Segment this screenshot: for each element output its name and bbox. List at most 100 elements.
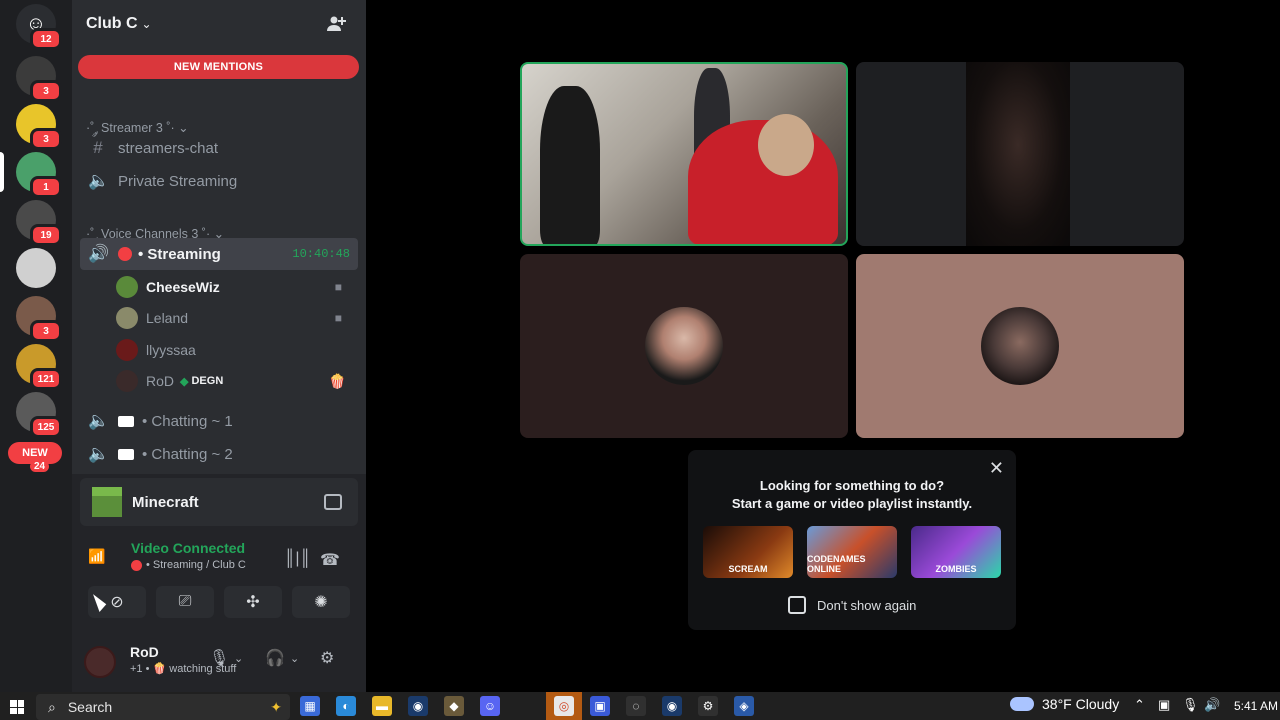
server-header[interactable]: Club C ⌄ [72,0,366,48]
gear-icon[interactable]: ⚙ [320,648,334,668]
dont-show-checkbox[interactable] [788,596,806,614]
screen-share-button[interactable]: ⎚ [156,586,214,618]
app-icon[interactable]: ◆ [444,696,464,716]
video-tile-avatar-1[interactable] [520,254,848,438]
guild-room[interactable]: 3 [16,296,62,342]
clock[interactable]: 5:41 AM [1234,699,1278,713]
microphone-icon[interactable]: 🎙 [1182,697,1199,713]
app-icon[interactable]: ◈ [734,696,754,716]
video-tile-avatar-2[interactable] [856,254,1184,438]
voice-channel-path: • Streaming / Club C [146,559,246,571]
app-icon[interactable]: ▣ [590,696,610,716]
activity-suggestion-popup: ✕ Looking for something to do? Start a g… [688,450,1016,630]
channel-sidebar: Club C ⌄ NEW MENTIONS ·˚ ༘ Streamer 3 ˚·… [72,0,366,692]
copilot-icon[interactable]: ◐ [336,696,356,716]
member-name: RoD [146,373,175,389]
game-label: ZOMBIES [935,564,977,574]
popcorn-icon: 🍿 [328,372,346,389]
chevron-down-icon[interactable]: ⌄ [290,652,299,665]
soundboard-button[interactable]: ✺ [292,586,350,618]
taskbar-search[interactable]: ⌕ Search ✦ [36,694,290,720]
activity-card[interactable]: Minecraft [80,478,358,526]
headphones-icon[interactable]: 🎧 [265,648,285,668]
disconnect-icon[interactable]: ☎ [320,550,340,570]
speaker-icon: 🔈 [88,411,110,430]
channel-chatting-2[interactable]: 🔈 • Chatting ~ 2 [80,438,358,470]
guild-wings[interactable]: 19 [16,200,62,246]
app-icon[interactable]: ◌ [626,696,646,716]
guild-yellow-face[interactable]: 3 [16,104,62,150]
video-tile-camera-2[interactable] [856,62,1184,246]
channel-private-streaming[interactable]: 🔈 Private Streaming [80,165,358,197]
voice-panel: Minecraft 📶 Video Connected • Streaming … [72,474,366,692]
dont-show-again[interactable]: Don't show again [788,596,916,614]
server-icon [16,248,56,288]
home-button[interactable]: ☺ 12 [16,4,62,50]
voice-member[interactable]: Leland ■ [116,304,356,332]
voice-member[interactable]: CheeseWiz ■ [116,273,356,301]
new-label: NEW [22,447,48,459]
voice-status-subtitle[interactable]: • Streaming / Club C [131,559,246,571]
new-mentions-banner[interactable]: NEW MENTIONS [78,55,359,79]
guild-club-c[interactable]: 1 [16,152,62,198]
app-tray-icon[interactable]: ▣ [1158,697,1170,713]
steam-icon[interactable]: ◉ [408,696,428,716]
chevron-down-icon: ⌄ [141,17,152,31]
windows-start-icon[interactable] [10,700,24,714]
store-icon[interactable]: ▦ [300,696,320,716]
steam-icon[interactable]: ◉ [662,696,682,716]
chevron-down-icon[interactable]: ⌄ [234,652,243,665]
voice-member[interactable]: RoD ◆ DEGN 🍿 [116,367,356,395]
chevron-up-icon[interactable]: ⌃ [1134,697,1145,713]
signal-icon: 📶 [88,548,106,564]
member-name: CheeseWiz [146,279,220,295]
weather-widget[interactable]: 38°F Cloudy [1010,696,1119,712]
new-mentions-label: NEW MENTIONS [173,61,264,73]
guild-gold[interactable]: 121 [16,344,62,390]
volume-icon[interactable]: 🔊 [1204,697,1220,713]
server-rail: ☺ 12 3 3 1 19 3 121 125 NEW 24 [0,0,72,692]
voice-status-title[interactable]: Video Connected [131,540,245,556]
chrome-icon[interactable]: ◎ [554,696,574,716]
avatar [116,339,138,361]
channel-streaming[interactable]: 🔊 • Streaming 10:40:48 [80,238,358,270]
game-codenames[interactable]: CODENAMES ONLINE [807,526,897,578]
add-member-icon[interactable] [326,14,346,34]
game-scream[interactable]: SCREAM [703,526,793,578]
noise-suppression-icon[interactable]: ║|║ [284,550,311,568]
mention-badge: 19 [30,224,62,246]
chat-bubble-icon [118,415,134,427]
mention-badge: 121 [30,368,62,390]
microphone-icon[interactable]: 🎙 [209,648,229,668]
voice-action-buttons: ⊘ ⎚ ✣ ✺ [88,586,350,618]
avatar [116,370,138,392]
hashtag-icon: # [93,138,103,157]
video-feed-dark [966,62,1070,246]
activities-button[interactable]: ✣ [224,586,282,618]
file-explorer-icon[interactable]: ▬ [372,696,392,716]
guild-emblem[interactable] [16,248,56,288]
discord-icon[interactable]: ☺ [480,696,500,716]
channel-label: Private Streaming [118,172,238,190]
avatar[interactable] [84,646,116,678]
activity-name: Minecraft [132,493,199,511]
channel-chatting-1[interactable]: 🔈 • Chatting ~ 1 [80,405,358,437]
weather-label: 38°F Cloudy [1042,696,1120,712]
voice-member[interactable]: llyyssaa [116,336,356,364]
screen-share-icon: ⎚ [178,593,192,610]
video-tile-camera-1[interactable] [520,62,848,246]
mention-badge: 1 [30,176,62,198]
channel-streamers-chat[interactable]: # streamers-chat [80,132,358,164]
close-icon[interactable]: ✕ [989,458,1004,479]
stream-activity-icon[interactable] [324,494,342,510]
minecraft-icon [92,487,122,517]
suggestion-title: Looking for something to do? [759,478,945,493]
guild-gray[interactable]: 125 [16,392,62,438]
dont-show-label: Don't show again [817,597,917,613]
channel-label: • Chatting ~ 1 [142,412,233,430]
game-zombies[interactable]: ZOMBIES [911,526,1001,578]
live-dot-icon [118,247,132,261]
guild-prime[interactable]: 3 [16,56,62,102]
settings-icon[interactable]: ⚙ [698,696,718,716]
user-name[interactable]: RoD [130,644,159,660]
